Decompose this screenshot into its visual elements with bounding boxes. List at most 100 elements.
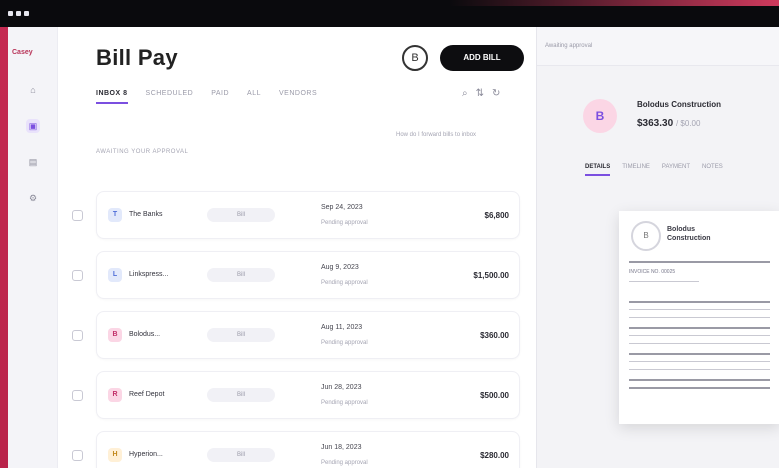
brand-label[interactable]: Casey (12, 49, 33, 56)
row-checkbox[interactable] (72, 450, 83, 461)
bill-amount: $360.00 (480, 331, 509, 340)
tab-scheduled[interactable]: SCHEDULED (146, 90, 194, 104)
due-date: Jun 18, 2023 (321, 444, 362, 451)
add-bill-button[interactable]: ADD BILL (440, 45, 524, 71)
tab-notes[interactable]: NOTES (702, 164, 723, 176)
vendor-name: Bolodus... (129, 331, 161, 338)
vendor-avatar: R (108, 388, 122, 402)
invoice-logo-icon: B (631, 221, 661, 251)
breadcrumb-label: Awaiting approval (545, 43, 593, 49)
bill-row[interactable]: B Bolodus... Bill Aug 11, 2023 Pending appro… (72, 311, 522, 359)
settings-icon[interactable]: ⚙ (26, 191, 40, 205)
search-icon[interactable]: ⌕ (462, 88, 468, 99)
bill-card[interactable]: B Bolodus... Bill Aug 11, 2023 Pending appro… (96, 311, 520, 359)
status-badge: Bill (207, 208, 275, 222)
status-badge: Bill (207, 448, 275, 462)
bill-tabs: INBOX 8 SCHEDULED PAID ALL VENDORS (96, 90, 317, 104)
section-label: AWAITING YOUR APPROVAL (96, 149, 189, 155)
bill-list-pane: Bill Pay B ADD BILL INBOX 8 SCHEDULED PA… (58, 27, 536, 468)
app-window: Casey ⌂ ▣ ▤ ⚙ Bill Pay B ADD BILL INBOX … (8, 27, 779, 468)
invoice-line (629, 281, 699, 282)
invoice-rule (629, 261, 770, 263)
invoice-rule (629, 379, 770, 381)
bill-amount: $6,800 (484, 211, 509, 220)
invoice-number: INVOICE NO. 00025 (629, 269, 676, 275)
status-badge: Bill (207, 328, 275, 342)
vendor-avatar: B (583, 99, 617, 133)
window-controls[interactable] (8, 11, 29, 16)
invoice-line (629, 317, 770, 318)
approval-status: Pending approval (321, 400, 368, 406)
approval-status: Pending approval (321, 220, 368, 226)
card-icon[interactable]: ▤ (26, 155, 40, 169)
breadcrumb: Awaiting approval (537, 27, 779, 66)
row-checkbox[interactable] (72, 330, 83, 341)
vendor-name: Hyperion... (129, 451, 163, 458)
invoice-rule (629, 327, 770, 329)
list-tools: ⌕ ⇅ ↻ (462, 88, 500, 99)
detail-tabs: DETAILS TIMELINE PAYMENT NOTES (585, 164, 723, 176)
approval-status: Pending approval (321, 280, 368, 286)
vendor-name: The Banks (129, 211, 163, 218)
vendor-avatar: T (108, 208, 122, 222)
invoice-line (629, 309, 770, 310)
row-checkbox[interactable] (72, 390, 83, 401)
tab-inbox[interactable]: INBOX 8 (96, 90, 128, 104)
bill-card[interactable]: T The Banks Bill Sep 24, 2023 Pending approv… (96, 191, 520, 239)
tab-details[interactable]: DETAILS (585, 164, 611, 176)
approval-status: Pending approval (321, 340, 368, 346)
approval-status: Pending approval (321, 460, 368, 466)
home-icon[interactable]: ⌂ (26, 83, 40, 97)
title-bar (0, 0, 779, 27)
window-frame (0, 0, 8, 468)
info-button[interactable]: B (402, 45, 428, 71)
invoice-line (629, 343, 770, 344)
tab-paid[interactable]: PAID (211, 90, 229, 104)
bill-card[interactable]: L Linkspress... Bill Aug 9, 2023 Pending app… (96, 251, 520, 299)
vendor-avatar: L (108, 268, 122, 282)
tab-vendors[interactable]: VENDORS (279, 90, 317, 104)
due-date: Aug 11, 2023 (321, 324, 363, 331)
bill-row[interactable]: T The Banks Bill Sep 24, 2023 Pending approv… (72, 191, 522, 239)
bill-amount: $1,500.00 (473, 271, 509, 280)
vendor-avatar: B (108, 328, 122, 342)
invoice-rule (629, 387, 770, 389)
bill-card[interactable]: R Reef Depot Bill Jun 28, 2023 Pending appro… (96, 371, 520, 419)
due-date: Sep 24, 2023 (321, 204, 363, 211)
invoice-rule (629, 353, 770, 355)
bill-card[interactable]: H Hyperion... Bill Jun 18, 2023 Pending appr… (96, 431, 520, 468)
vendor-name: Bolodus Construction (637, 100, 721, 109)
refresh-icon[interactable]: ↻ (492, 88, 500, 99)
bill-amount: $363.30 / $0.00 (637, 118, 701, 129)
invoice-line (629, 335, 770, 336)
status-badge: Bill (207, 268, 275, 282)
invoice-preview[interactable]: B Bolodus Construction INVOICE NO. 00025 (619, 211, 779, 424)
page-title: Bill Pay (96, 45, 178, 70)
tab-all[interactable]: ALL (247, 90, 261, 104)
bill-amount: $500.00 (480, 391, 509, 400)
bill-row[interactable]: H Hyperion... Bill Jun 18, 2023 Pending appr… (72, 431, 522, 468)
vendor-avatar: H (108, 448, 122, 462)
forward-hint-link[interactable]: How do I forward bills to inbox (396, 132, 476, 138)
due-date: Jun 28, 2023 (321, 384, 362, 391)
invoice-line (629, 369, 770, 370)
tab-payment[interactable]: PAYMENT (662, 164, 690, 176)
invoice-rule (629, 301, 770, 303)
vendor-name: Linkspress... (129, 271, 169, 278)
invoice-vendor: Bolodus Construction (667, 226, 711, 242)
status-badge: Bill (207, 388, 275, 402)
due-date: Aug 9, 2023 (321, 264, 359, 271)
row-checkbox[interactable] (72, 210, 83, 221)
bill-detail-pane: Awaiting approval B Bolodus Construction… (536, 27, 779, 468)
nav-rail: Casey ⌂ ▣ ▤ ⚙ (8, 27, 58, 468)
bill-amount: $280.00 (480, 451, 509, 460)
tab-timeline[interactable]: TIMELINE (622, 164, 650, 176)
title-bar-accent (449, 0, 779, 6)
invoice-line (629, 361, 770, 362)
filter-icon[interactable]: ⇅ (476, 88, 484, 99)
bills-icon[interactable]: ▣ (26, 119, 40, 133)
bill-row[interactable]: R Reef Depot Bill Jun 28, 2023 Pending appro… (72, 371, 522, 419)
vendor-name: Reef Depot (129, 391, 165, 398)
bill-row[interactable]: L Linkspress... Bill Aug 9, 2023 Pending app… (72, 251, 522, 299)
row-checkbox[interactable] (72, 270, 83, 281)
